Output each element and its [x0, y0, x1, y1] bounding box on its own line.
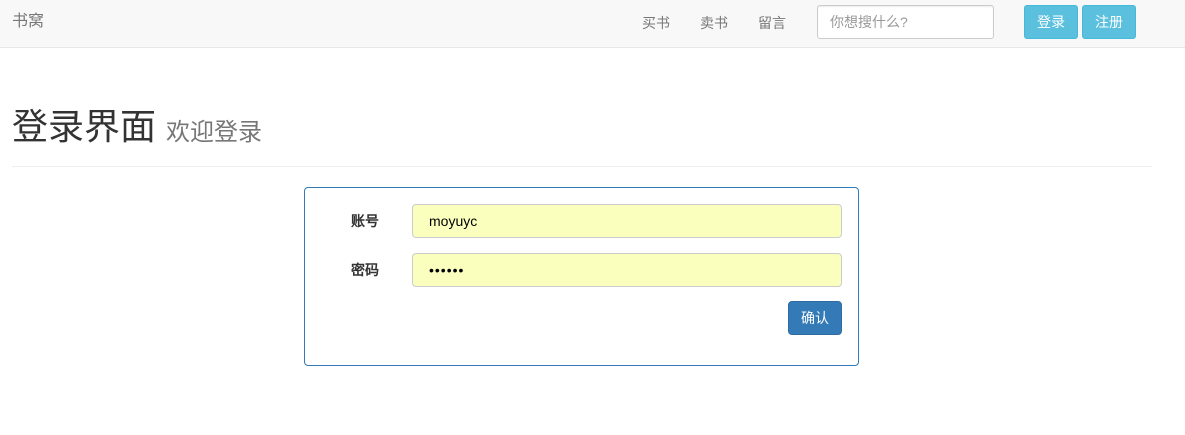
- page-subtitle: 欢迎登录: [166, 119, 262, 146]
- navbar: 书窝 买书 卖书 留言 登录 注册: [0, 0, 1185, 48]
- register-button[interactable]: 注册: [1082, 5, 1136, 39]
- nav-link-buy-books[interactable]: 买书: [642, 13, 670, 33]
- nav-link-messages[interactable]: 留言: [758, 13, 786, 33]
- password-label: 密码: [351, 262, 379, 278]
- password-input[interactable]: [412, 253, 842, 287]
- page-title: 登录界面: [12, 107, 157, 147]
- nav-link-sell-books[interactable]: 卖书: [700, 13, 728, 33]
- page-header: 登录界面 欢迎登录: [12, 105, 1152, 167]
- brand-logo[interactable]: 书窝: [12, 12, 44, 32]
- login-button[interactable]: 登录: [1024, 5, 1078, 39]
- account-label: 账号: [351, 213, 379, 229]
- account-input[interactable]: [412, 204, 842, 238]
- confirm-button[interactable]: 确认: [788, 301, 842, 335]
- search-input[interactable]: [817, 5, 994, 39]
- login-panel: 账号 密码 确认: [304, 187, 859, 366]
